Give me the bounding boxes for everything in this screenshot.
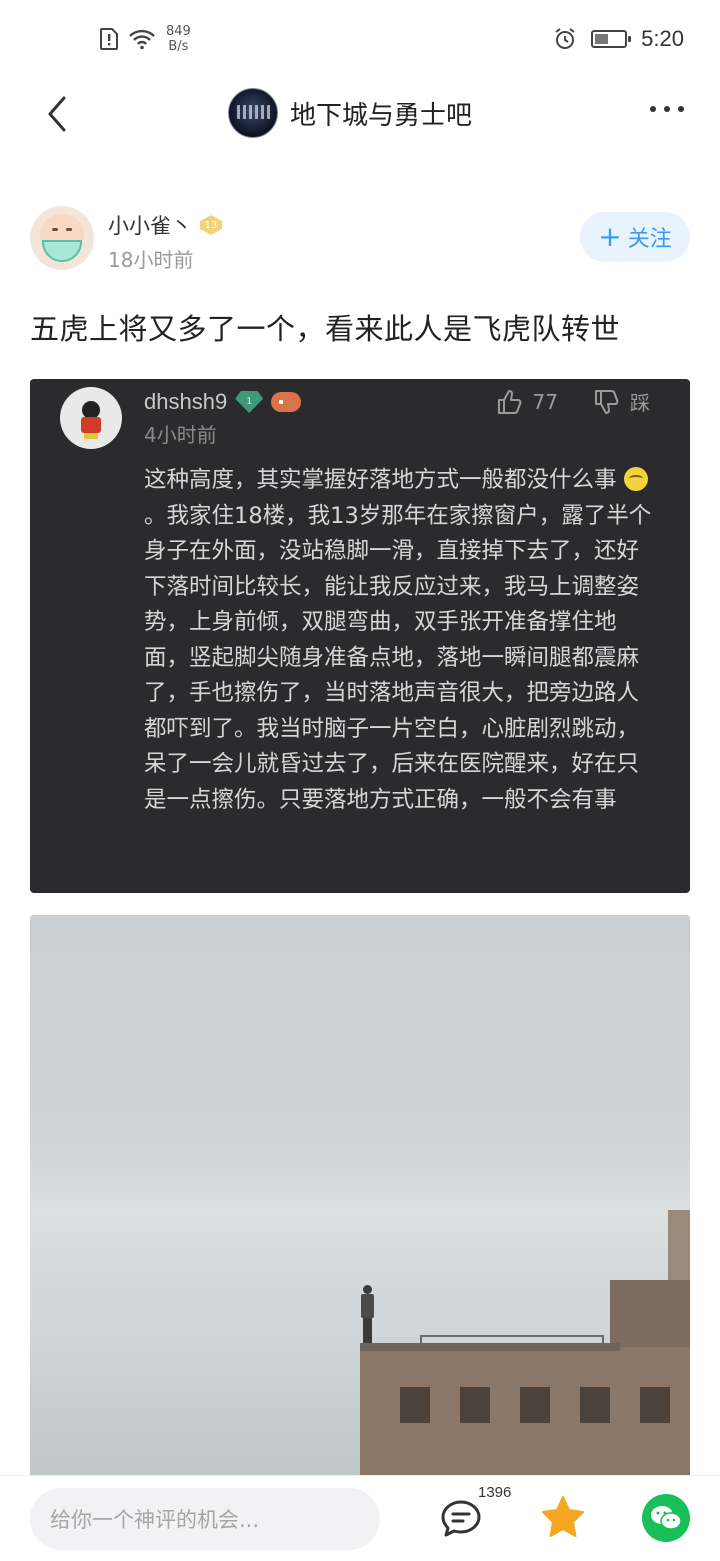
follow-button[interactable]: + 关注 — [580, 212, 690, 262]
avatar-mask — [42, 240, 82, 262]
plus-icon: + — [598, 220, 622, 253]
avatar-shirt — [81, 417, 101, 433]
comment-bubble-icon — [441, 1500, 481, 1537]
battery-level — [595, 34, 608, 44]
dot — [650, 106, 656, 112]
roof-edge — [360, 1343, 620, 1351]
dot — [664, 106, 670, 112]
level-badge: 13 — [200, 215, 222, 235]
nav-bar: 地下城与勇士吧 — [0, 80, 720, 150]
post-time: 18小时前 — [108, 248, 194, 272]
post-title: 五虎上将又多了一个，看来此人是飞虎队转世 — [30, 312, 621, 346]
status-right: 5:20 — [553, 26, 684, 52]
window — [400, 1387, 430, 1423]
comment-input[interactable]: 给你一个神评的机会... — [30, 1488, 380, 1550]
share-wechat-button[interactable] — [642, 1494, 690, 1542]
thinking-emoji-icon — [623, 467, 648, 491]
window — [640, 1387, 670, 1423]
comment-username: dhshsh9 — [144, 389, 228, 414]
network-speed-unit: B/s — [168, 39, 189, 54]
gamepad-badge-icon — [271, 392, 302, 412]
wechat-icon — [651, 1506, 682, 1530]
follow-label: 关注 — [627, 227, 672, 252]
wifi-icon — [129, 29, 155, 50]
more-dots-icon[interactable] — [650, 106, 684, 112]
avatar[interactable] — [30, 206, 94, 270]
network-speed-value: 849 — [166, 24, 191, 39]
avatar-eye — [66, 228, 72, 231]
comment-user-row: dhshsh9 1 — [144, 389, 302, 415]
window — [520, 1387, 550, 1423]
battery-icon — [591, 30, 632, 48]
window — [580, 1387, 610, 1423]
person-legs — [363, 1318, 372, 1343]
post-image-comment-screenshot[interactable]: dhshsh9 1 4小时前 77 踩 这种高度，其实掌握好落地方式一般都没什么… — [30, 379, 690, 893]
favorite-button[interactable] — [540, 1494, 586, 1540]
clock: 5:20 — [641, 26, 684, 51]
comment-avatar — [60, 387, 122, 449]
comment-actions: 77 踩 — [495, 387, 650, 416]
window — [460, 1387, 490, 1423]
avatar-legs — [84, 433, 98, 439]
comment-text: 这种高度，其实掌握好落地方式一般都没什么事 。我家住18楼，我13岁那年在家擦窗… — [144, 463, 652, 818]
forum-avatar — [228, 88, 278, 138]
alarm-icon — [555, 28, 575, 49]
thumbs-down-icon — [595, 389, 619, 414]
dislike-label: 踩 — [630, 391, 650, 415]
avatar-eye — [52, 228, 58, 231]
bottom-bar: 给你一个神评的机会... 1396 — [0, 1475, 720, 1561]
sim-alert-icon — [100, 28, 118, 50]
back-button[interactable] — [38, 90, 78, 138]
person-body — [361, 1294, 374, 1318]
post-author: 小小雀丶 13 18小时前 + 关注 — [30, 206, 690, 272]
thumbs-up-icon — [497, 389, 521, 414]
person-on-roof — [360, 1285, 374, 1343]
person-head — [363, 1285, 372, 1294]
comment-time: 4小时前 — [144, 423, 217, 447]
gem-badge-icon: 1 — [235, 391, 264, 413]
building-top — [668, 1210, 690, 1282]
comment-text-part1: 这种高度，其实掌握好落地方式一般都没什么事 — [144, 467, 617, 493]
post-image-photo[interactable] — [30, 915, 690, 1485]
building — [360, 1347, 690, 1485]
author-name[interactable]: 小小雀丶 — [108, 210, 192, 240]
forum-header[interactable]: 地下城与勇士吧 — [228, 88, 472, 138]
network-speed: 849 B/s — [166, 24, 191, 54]
reply-count: 1396 — [478, 1484, 512, 1501]
forum-name: 地下城与勇士吧 — [290, 100, 473, 131]
status-bar: 849 B/s 5:20 — [0, 0, 720, 80]
star-icon — [542, 1496, 584, 1537]
dot — [678, 106, 684, 112]
reply-button[interactable] — [440, 1498, 482, 1538]
like-count: 77 — [532, 389, 558, 414]
status-left: 849 B/s — [100, 24, 191, 54]
chevron-left-icon — [48, 96, 66, 132]
sky-haze — [30, 1135, 690, 1295]
comment-text-part2: 。我家住18楼，我13岁那年在家擦窗户，露了半个身子在外面，没站稳脚一滑，直接掉… — [144, 502, 652, 813]
comment-placeholder: 给你一个神评的机会... — [50, 1508, 260, 1532]
author-name-row: 小小雀丶 13 — [108, 210, 222, 240]
